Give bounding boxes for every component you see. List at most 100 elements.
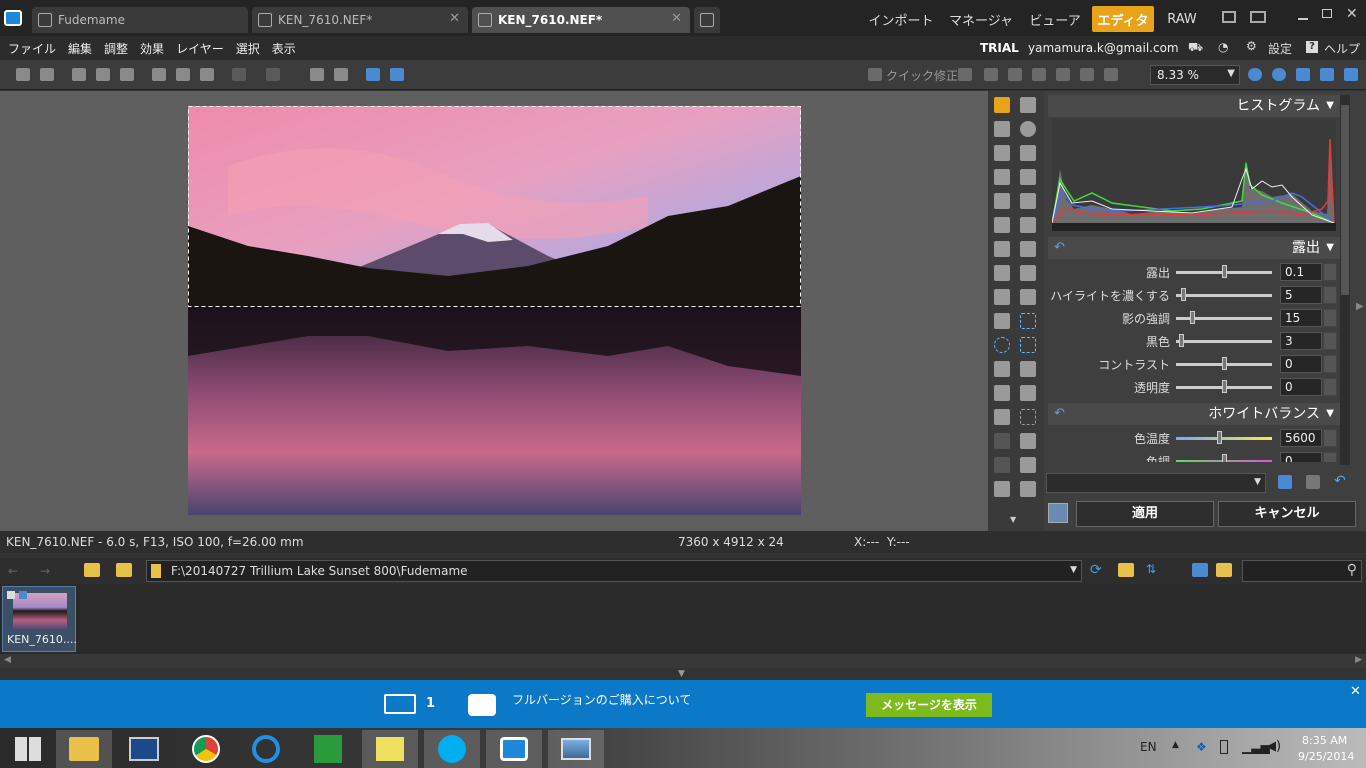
quick-fix-button[interactable]: クイック修正	[886, 67, 958, 84]
save-icon[interactable]	[96, 68, 110, 81]
quick-fix-tool-icon[interactable]	[994, 97, 1010, 113]
language-indicator[interactable]: EN	[1140, 740, 1157, 754]
apply-button[interactable]: 適用	[1076, 501, 1214, 527]
eraser-tool-icon[interactable]	[994, 313, 1010, 329]
slider-track[interactable]	[1176, 294, 1272, 297]
dropbox-icon[interactable]: ❖	[1196, 740, 1207, 754]
slider-handle[interactable]	[1217, 431, 1223, 444]
new-tab-button[interactable]	[694, 7, 720, 33]
text-tool-icon[interactable]	[1020, 457, 1036, 473]
lasso-icon[interactable]	[994, 433, 1010, 449]
slider-handle[interactable]	[1189, 311, 1195, 324]
open-folder-icon[interactable]	[72, 68, 86, 81]
spinner-icon[interactable]	[1323, 429, 1337, 447]
zoom-out-icon[interactable]	[1272, 68, 1286, 81]
slider-value-field[interactable]: 0.1	[1280, 263, 1322, 281]
slider-handle[interactable]	[1180, 288, 1186, 301]
slider-value-field[interactable]: 0	[1280, 378, 1322, 396]
more-tools-icon[interactable]: ▼	[1010, 515, 1016, 524]
menu-layer[interactable]: レイヤー	[176, 40, 224, 57]
panel-scrollbar[interactable]	[1340, 95, 1350, 465]
undo-icon[interactable]	[232, 68, 246, 81]
slider-handle[interactable]	[1178, 334, 1184, 347]
skype-icon[interactable]	[424, 730, 480, 768]
zoom-select[interactable]: 8.33 % ▼	[1150, 65, 1240, 85]
close-tab-icon[interactable]: ✕	[449, 11, 460, 26]
split-view-icon[interactable]	[390, 68, 404, 81]
internet-explorer-icon[interactable]	[238, 730, 294, 768]
mode-viewer[interactable]: ビューア	[1024, 6, 1086, 32]
selection-brush-icon[interactable]	[1020, 385, 1036, 401]
lenovo-icon[interactable]	[116, 730, 172, 768]
invert-selection-icon[interactable]	[994, 409, 1010, 425]
sort-icon[interactable]: ⇅	[1146, 562, 1156, 576]
slider-handle[interactable]	[1222, 265, 1227, 278]
dropper-icon[interactable]	[1032, 68, 1046, 81]
menu-effects[interactable]: 効果	[140, 40, 164, 57]
forward-icon[interactable]	[40, 68, 54, 81]
slider-track[interactable]	[1176, 437, 1272, 440]
slider-handle[interactable]	[1222, 357, 1227, 370]
scroll-right-icon[interactable]: ▶	[1355, 655, 1362, 665]
compare-icon[interactable]	[1048, 503, 1068, 523]
gear-icon[interactable]: ⚙	[1246, 39, 1257, 53]
camera-tool-icon[interactable]	[1020, 481, 1036, 497]
app-logo-icon[interactable]	[4, 10, 22, 26]
spinner-icon[interactable]	[1323, 263, 1337, 281]
menu-file[interactable]: ファイル	[8, 40, 56, 57]
slider-handle[interactable]	[1222, 454, 1227, 462]
gradient-tool-icon[interactable]	[994, 481, 1010, 497]
straighten-tool-icon[interactable]	[994, 169, 1010, 185]
slider-value-field[interactable]: 15	[1280, 309, 1322, 327]
close-window-icon[interactable]: ✕	[1346, 6, 1358, 22]
tray-expand-icon[interactable]: ▲	[1172, 740, 1179, 750]
save-preset-icon[interactable]	[1278, 475, 1292, 489]
lasso-select-icon[interactable]	[1020, 337, 1036, 353]
crop-tool-icon[interactable]	[1020, 145, 1036, 161]
close-tab-icon[interactable]: ✕	[671, 11, 682, 26]
minimize-icon[interactable]	[1298, 18, 1308, 20]
fill-tool-icon[interactable]	[1020, 289, 1036, 305]
mail-icon[interactable]	[384, 694, 416, 714]
path-input[interactable]: F:\20140727 Trillium Lake Sunset 800\Fud…	[146, 560, 1082, 582]
settings-link[interactable]: 設定	[1268, 40, 1292, 57]
magic-wand-icon[interactable]	[994, 385, 1010, 401]
zoom-in-icon[interactable]	[1248, 68, 1262, 81]
shape-tool-icon[interactable]	[1020, 433, 1036, 449]
slider-track[interactable]	[1176, 340, 1272, 343]
select-all-icon[interactable]	[1020, 409, 1036, 425]
curves-icon[interactable]	[984, 68, 998, 81]
slider-handle[interactable]	[1222, 380, 1227, 393]
menu-select[interactable]: 選択	[236, 40, 260, 57]
sharpen-icon[interactable]	[1056, 68, 1070, 81]
spinner-icon[interactable]	[1323, 378, 1337, 396]
redeye-tool-icon[interactable]	[1020, 217, 1036, 233]
reset-icon[interactable]: ↶	[1334, 473, 1346, 489]
up-folder-icon[interactable]	[84, 563, 100, 577]
panel-expand-icon[interactable]: ▶	[1356, 301, 1364, 312]
menu-edit[interactable]: 編集	[68, 40, 92, 57]
exposure-header[interactable]: ↶ 露出 ▼	[1048, 237, 1340, 259]
battery-icon[interactable]	[1220, 740, 1228, 754]
clock-date[interactable]: 9/25/2014	[1298, 750, 1354, 763]
spinner-icon[interactable]	[1323, 452, 1337, 462]
scroll-left-icon[interactable]: ◀	[4, 655, 11, 665]
picture-tool-icon[interactable]	[994, 217, 1010, 233]
flip-icon[interactable]	[334, 68, 348, 81]
clock-time[interactable]: 8:35 AM	[1302, 734, 1347, 747]
effects-brush-icon[interactable]	[1020, 265, 1036, 281]
mode-manager[interactable]: マネージャ	[944, 6, 1018, 32]
edited-photo[interactable]	[188, 106, 801, 515]
paste-icon[interactable]	[176, 68, 190, 81]
help-link[interactable]: ヘルプ	[1324, 40, 1360, 57]
browse-folder-icon[interactable]	[116, 563, 132, 577]
rss-icon[interactable]: ◔	[1218, 40, 1228, 54]
slider-value-field[interactable]: 5600	[1280, 429, 1322, 447]
hand-tool-icon[interactable]	[994, 145, 1010, 161]
reset-wb-icon[interactable]: ↶	[1054, 403, 1065, 425]
distort-tool-icon[interactable]	[1020, 193, 1036, 209]
back-icon[interactable]	[16, 68, 30, 81]
mode-editor[interactable]: エディタ	[1092, 6, 1154, 32]
copy-icon[interactable]	[152, 68, 166, 81]
spinner-icon[interactable]	[1323, 332, 1337, 350]
